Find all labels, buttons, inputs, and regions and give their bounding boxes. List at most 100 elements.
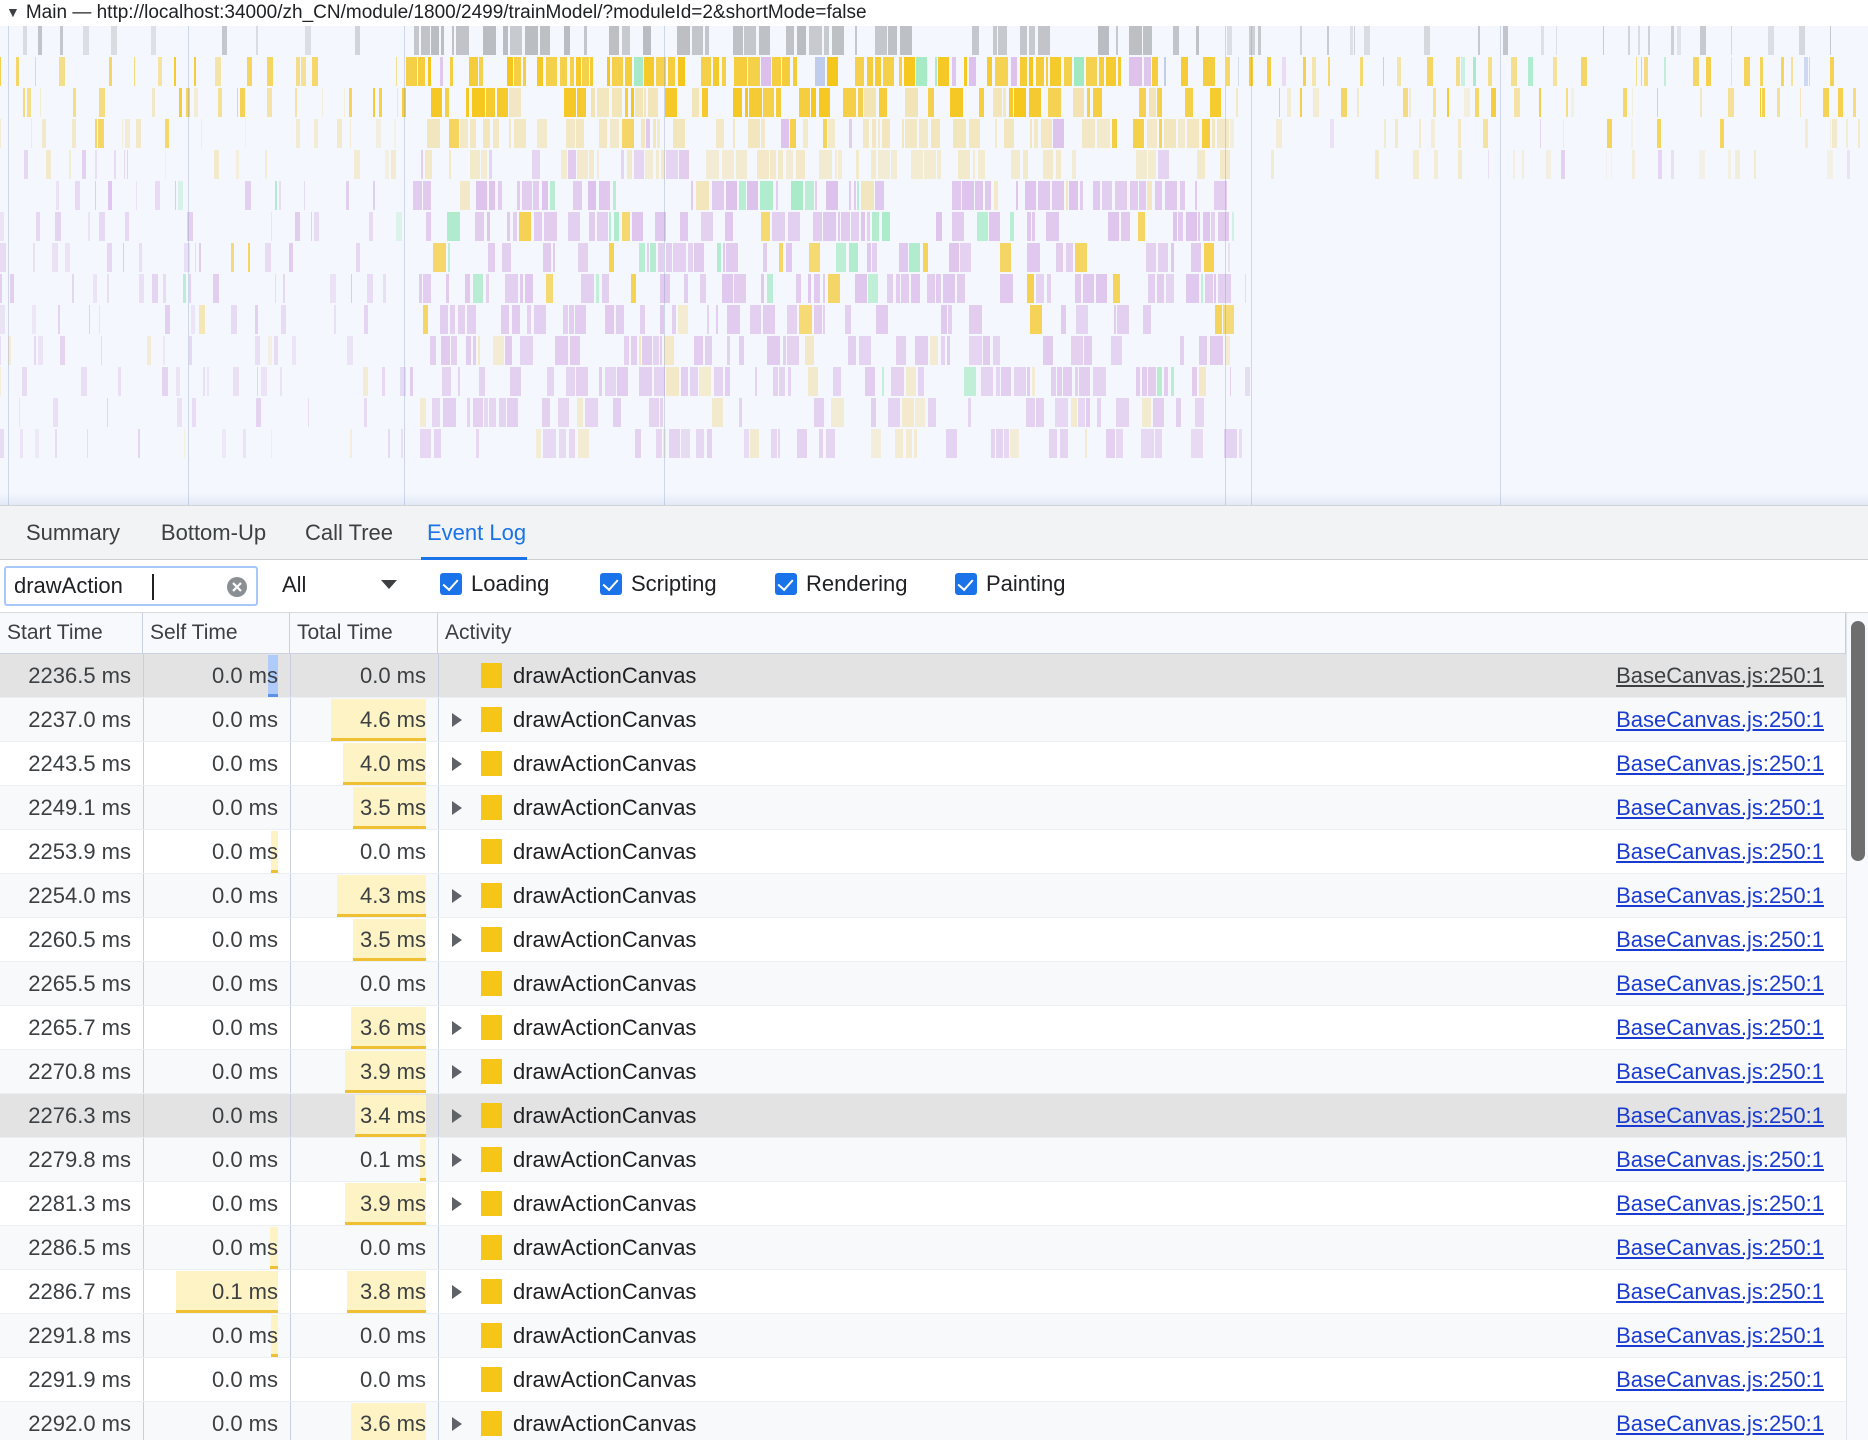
flame-chart-bar[interactable] — [428, 57, 431, 86]
flame-chart-bar[interactable] — [466, 336, 471, 365]
flame-chart-bar[interactable] — [811, 88, 816, 117]
flame-chart-bar[interactable] — [53, 398, 58, 427]
flame-chart-bar[interactable] — [899, 57, 902, 86]
event-log-table[interactable]: Start TimeSelf TimeTotal TimeActivity 22… — [0, 613, 1868, 1440]
source-location-link[interactable]: BaseCanvas.js:250:1 — [1616, 1138, 1824, 1181]
flame-chart-bar[interactable] — [796, 150, 805, 179]
flame-chart-bar[interactable] — [859, 336, 871, 365]
flame-chart-bar[interactable] — [1053, 119, 1064, 148]
source-location-link[interactable]: BaseCanvas.js:250:1 — [1616, 654, 1824, 697]
flame-chart-bar[interactable] — [16, 57, 19, 86]
flame-chart-bar[interactable] — [256, 26, 258, 55]
checkbox-painting[interactable]: Painting — [955, 569, 1066, 603]
flame-chart-bar[interactable] — [449, 119, 459, 148]
flame-chart-bar[interactable] — [962, 181, 974, 210]
flame-chart-bar[interactable] — [546, 274, 553, 303]
flame-chart-bar[interactable] — [973, 150, 975, 179]
flame-chart-bar[interactable] — [995, 119, 997, 148]
flame-chart-bar[interactable] — [1395, 119, 1398, 148]
flame-chart-bar[interactable] — [46, 150, 51, 179]
flame-chart-bar[interactable] — [694, 336, 703, 365]
flame-chart-bar[interactable] — [875, 26, 887, 55]
flame-chart-bar[interactable] — [612, 57, 623, 86]
flame-chart-bar[interactable] — [819, 150, 832, 179]
flame-chart-bar[interactable] — [631, 274, 636, 303]
flame-chart-bar[interactable] — [836, 243, 846, 272]
flame-chart-bar[interactable] — [815, 57, 825, 86]
flame-chart-bar[interactable] — [203, 367, 205, 396]
flame-chart-bar[interactable] — [322, 88, 323, 117]
flame-chart-bar[interactable] — [213, 274, 219, 303]
flame-chart-bar[interactable] — [337, 119, 342, 148]
flame-chart-bar[interactable] — [796, 274, 801, 303]
flame-chart-bar[interactable] — [1129, 57, 1142, 86]
flame-chart-bar[interactable] — [1424, 26, 1430, 55]
flame-chart-bar[interactable] — [334, 305, 336, 334]
flame-chart-bar[interactable] — [808, 274, 811, 303]
flame-chart-bar[interactable] — [1458, 119, 1461, 148]
flame-chart-bar[interactable] — [0, 336, 1, 365]
flame-chart-bar[interactable] — [882, 367, 884, 396]
flame-chart-bar[interactable] — [125, 212, 129, 241]
source-location-link[interactable]: BaseCanvas.js:250:1 — [1616, 698, 1824, 741]
flame-chart-bar[interactable] — [111, 26, 117, 55]
flame-chart-bar[interactable] — [867, 243, 871, 272]
flame-chart-bar[interactable] — [1341, 88, 1347, 117]
flame-chart-bar[interactable] — [1777, 88, 1780, 117]
flame-chart-bar[interactable] — [699, 367, 711, 396]
flame-chart-bar[interactable] — [653, 336, 659, 365]
flame-chart-bar[interactable] — [887, 274, 893, 303]
flame-chart-bar[interactable] — [690, 367, 698, 396]
flame-chart-bar[interactable] — [1176, 398, 1181, 427]
flame-chart-bar[interactable] — [109, 57, 112, 86]
flame-chart-bar[interactable] — [1556, 26, 1557, 55]
flame-chart-bar[interactable] — [660, 274, 670, 303]
flame-chart-bar[interactable] — [139, 274, 144, 303]
flame-chart-bar[interactable] — [489, 398, 496, 427]
flame-chart-bar[interactable] — [247, 57, 252, 86]
source-location-link[interactable]: BaseCanvas.js:250:1 — [1616, 962, 1824, 1005]
flame-chart-bar[interactable] — [705, 336, 712, 365]
flame-chart-bar[interactable] — [867, 212, 870, 241]
flame-chart-bar[interactable] — [1056, 150, 1061, 179]
flame-chart-bar[interactable] — [891, 367, 904, 396]
flame-chart-bar[interactable] — [761, 212, 770, 241]
flame-chart-bar[interactable] — [301, 57, 306, 86]
flame-chart-bar[interactable] — [733, 88, 742, 117]
flame-chart-bar[interactable] — [602, 274, 609, 303]
table-row[interactable]: 2270.8 ms0.0 ms3.9 msdrawActionCanvasBas… — [0, 1050, 1868, 1094]
flame-chart-bar[interactable] — [823, 212, 836, 241]
flame-chart-bar[interactable] — [397, 88, 398, 117]
flame-chart-bar[interactable] — [364, 305, 368, 334]
flame-chart-bar[interactable] — [1553, 57, 1557, 86]
flame-chart-bar[interactable] — [786, 150, 793, 179]
flame-chart-bar[interactable] — [1003, 88, 1006, 117]
flame-chart-bar[interactable] — [858, 88, 863, 117]
flame-chart-bar[interactable] — [214, 150, 219, 179]
flame-chart-bar[interactable] — [782, 57, 790, 86]
flame-chart-bar[interactable] — [99, 212, 105, 241]
flame-chart-bar[interactable] — [1720, 119, 1724, 148]
flame-chart-bar[interactable] — [895, 429, 903, 458]
flame-chart-bar[interactable] — [864, 88, 876, 117]
flame-chart-bar[interactable] — [231, 243, 234, 272]
flame-chart-bar[interactable] — [688, 243, 693, 272]
flame-chart-bar[interactable] — [218, 88, 222, 117]
flame-chart-bar[interactable] — [351, 274, 352, 303]
checkbox-rendering[interactable]: Rendering — [775, 569, 908, 603]
flame-chart-row[interactable] — [0, 243, 1868, 272]
flame-chart-bar[interactable] — [509, 119, 511, 148]
flame-chart-bar[interactable] — [993, 88, 1002, 117]
flame-chart-bar[interactable] — [1754, 150, 1756, 179]
flame-chart-bar[interactable] — [1433, 88, 1436, 117]
flame-chart-bar[interactable] — [612, 88, 622, 117]
flame-chart-bar[interactable] — [734, 57, 747, 86]
flame-chart-bar[interactable] — [292, 336, 296, 365]
flame-chart-bar[interactable] — [1116, 429, 1123, 458]
flame-chart-bar[interactable] — [1075, 274, 1081, 303]
flame-chart-bar[interactable] — [1199, 367, 1206, 396]
flame-chart-bar[interactable] — [678, 57, 685, 86]
flame-chart-bar[interactable] — [1203, 57, 1215, 86]
flame-chart-bar[interactable] — [147, 336, 151, 365]
flame-chart-bar[interactable] — [744, 26, 756, 55]
